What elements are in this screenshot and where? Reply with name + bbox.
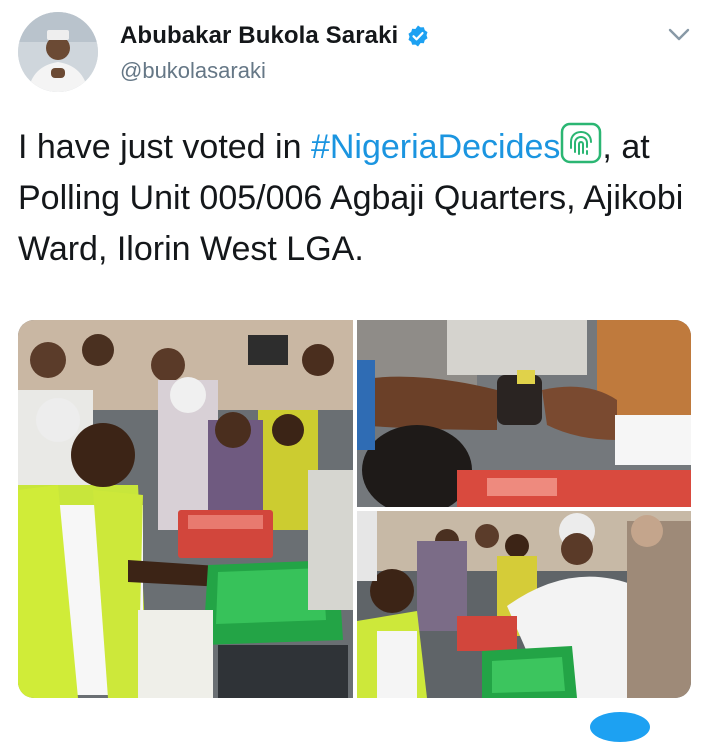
photo-2[interactable] — [357, 320, 691, 507]
chevron-down-icon[interactable] — [664, 20, 694, 50]
photo-3[interactable] — [357, 511, 691, 698]
photo-1[interactable] — [18, 320, 353, 698]
display-name[interactable]: Abubakar Bukola Saraki — [120, 22, 398, 50]
compose-button[interactable] — [590, 712, 650, 742]
tweet-text-before: I have just voted in — [18, 128, 311, 166]
hashtag-link[interactable]: #NigeriaDecides — [311, 128, 560, 166]
verified-badge-icon — [408, 25, 428, 47]
media-grid — [18, 320, 691, 698]
tweet-text: I have just voted in #NigeriaDecides , a… — [18, 122, 698, 275]
name-row: Abubakar Bukola Saraki — [120, 22, 430, 50]
avatar[interactable] — [18, 12, 98, 92]
handle[interactable]: @bukolasaraki — [120, 58, 266, 84]
fingerprint-emoji — [561, 122, 602, 164]
